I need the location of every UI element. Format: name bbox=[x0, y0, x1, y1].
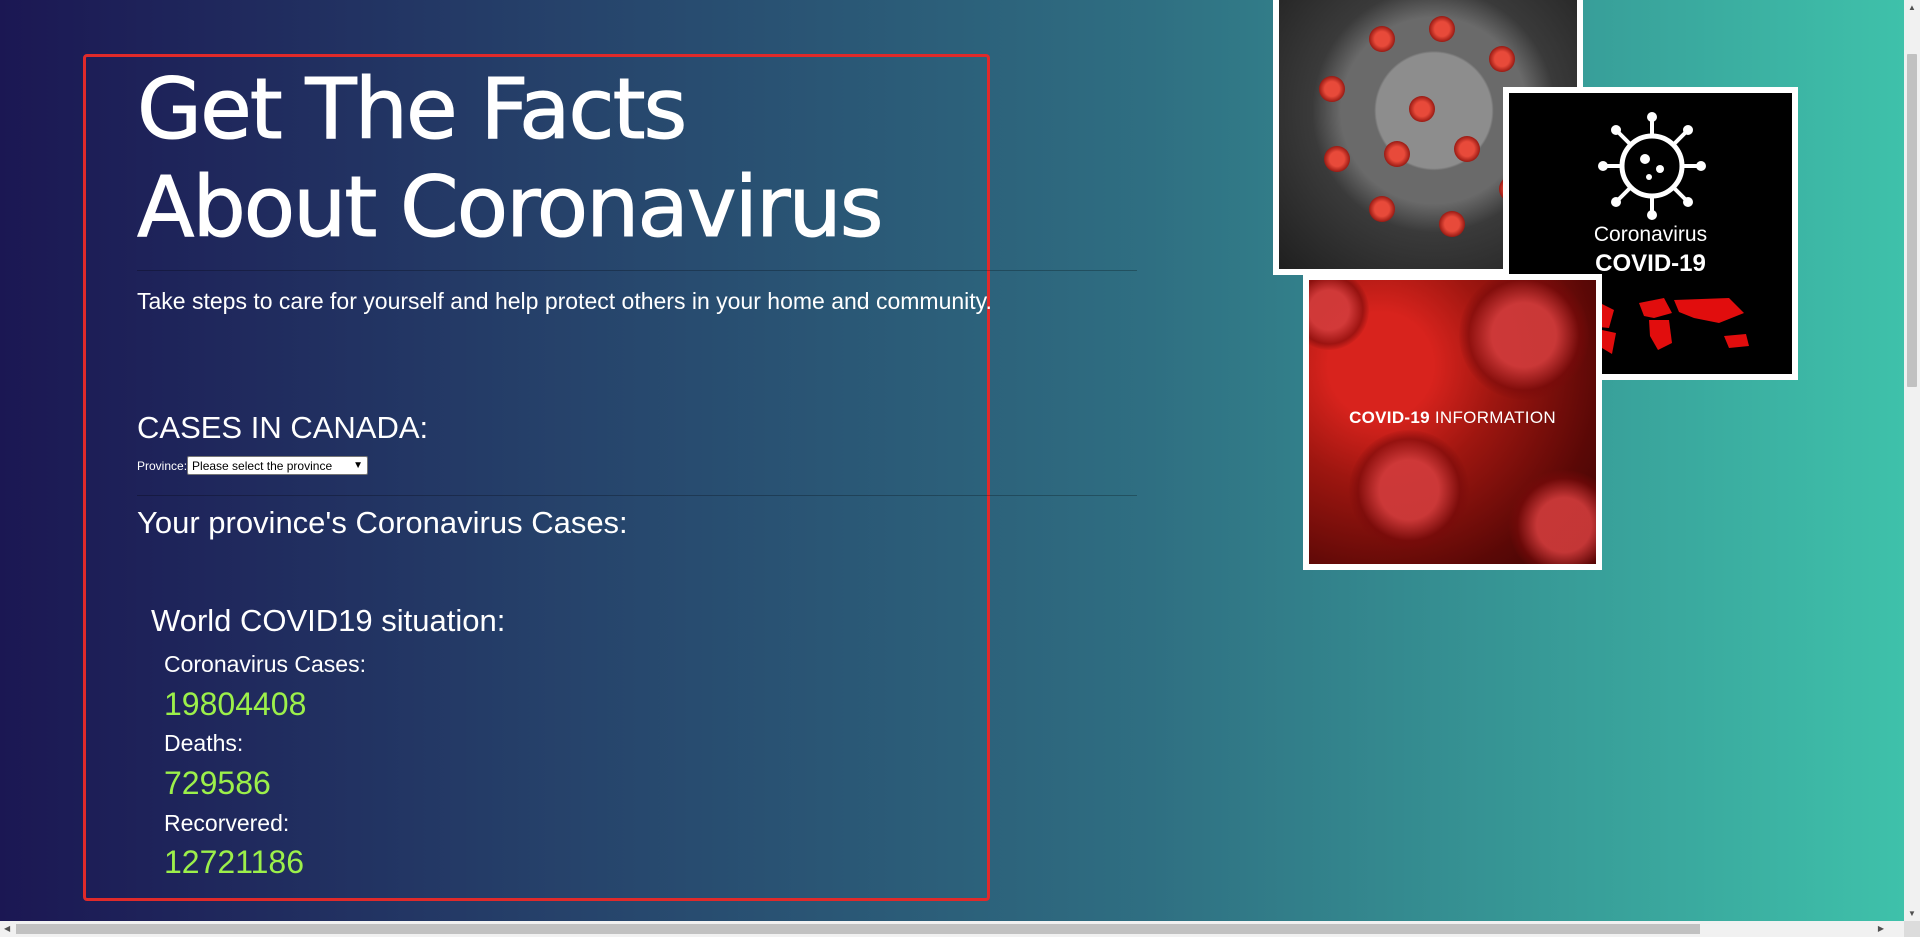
recovered-value: 12721186 bbox=[164, 844, 304, 880]
province-select[interactable]: Please select the province ▼ bbox=[187, 456, 369, 475]
world-situation-title: World COVID19 situation: bbox=[151, 603, 506, 638]
horizontal-scroll-thumb[interactable] bbox=[16, 924, 1700, 934]
virus-icon bbox=[1598, 112, 1706, 220]
vertical-scrollbar[interactable]: ▲ ▼ bbox=[1904, 0, 1920, 921]
black-card-line1: Coronavirus bbox=[1593, 223, 1708, 246]
horizontal-scrollbar[interactable]: ◀ ▶ bbox=[0, 921, 1904, 937]
scrollbar-corner bbox=[1904, 921, 1920, 937]
province-cases-title: Your province's Coronavirus Cases: bbox=[137, 505, 628, 540]
province-select-value: Please select the province bbox=[192, 458, 333, 473]
page: Get The Facts About Coronavirus Take ste… bbox=[0, 0, 1904, 921]
page-subtitle: Take steps to care for yourself and help… bbox=[137, 288, 992, 314]
divider bbox=[137, 495, 1137, 496]
scroll-up-icon[interactable]: ▲ bbox=[1908, 3, 1916, 12]
red-card-caption-rest: INFORMATION bbox=[1429, 408, 1556, 427]
deaths-value: 729586 bbox=[164, 765, 271, 801]
canada-cases-title: CASES IN CANADA: bbox=[137, 410, 429, 445]
red-card-caption: COVID-19 INFORMATION bbox=[1309, 408, 1596, 428]
deaths-label: Deaths: bbox=[164, 730, 244, 756]
covid-19-information-image: COVID-19 INFORMATION bbox=[1303, 274, 1602, 570]
province-label: Province: bbox=[137, 458, 188, 473]
page-title: Get The Facts About Coronavirus bbox=[137, 60, 897, 257]
cases-label: Coronavirus Cases: bbox=[164, 651, 366, 677]
title-text: Get The Facts About Coronavirus bbox=[137, 60, 884, 257]
vertical-scroll-thumb[interactable] bbox=[1907, 54, 1917, 387]
province-row: Province: Please select the province ▼ bbox=[137, 456, 369, 475]
red-card-caption-bold: COVID-19 bbox=[1349, 408, 1430, 427]
scroll-left-icon[interactable]: ◀ bbox=[4, 924, 10, 933]
recovered-label: Recorvered: bbox=[164, 810, 290, 836]
cases-value: 19804408 bbox=[164, 686, 307, 722]
divider bbox=[137, 270, 1137, 271]
scroll-down-icon[interactable]: ▼ bbox=[1908, 909, 1916, 918]
chevron-down-icon: ▼ bbox=[353, 460, 364, 471]
scroll-right-icon[interactable]: ▶ bbox=[1878, 924, 1884, 933]
